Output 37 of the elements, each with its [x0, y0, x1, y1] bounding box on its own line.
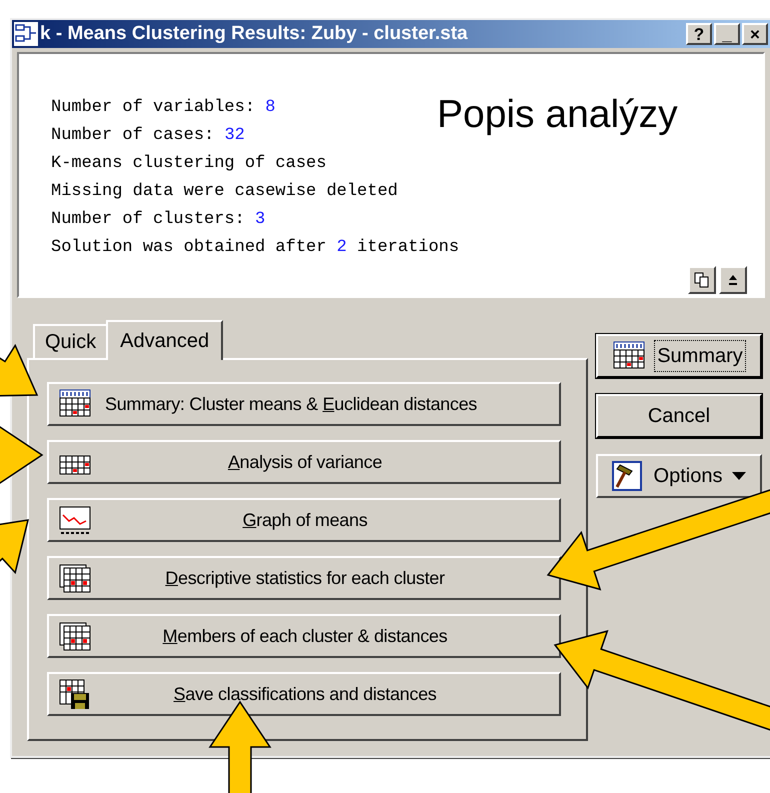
action-button[interactable]: Members of each cluster & distances: [47, 614, 561, 658]
output-line: K-means clustering of cases: [51, 153, 328, 175]
output-line: Solution was obtained after 2 iterations: [51, 237, 460, 259]
annotation-arrow: [0, 344, 38, 397]
stacked-tables-icon: [59, 563, 91, 593]
cancel-button[interactable]: Cancel: [596, 394, 762, 438]
output-line: Number of clusters: 3: [51, 209, 266, 231]
hammer-icon: [612, 461, 644, 491]
action-button[interactable]: Analysis of variance: [47, 440, 561, 484]
stacked-tables-icon: [59, 621, 91, 651]
summary-button[interactable]: Summary: [596, 334, 762, 378]
app-icon: [14, 22, 38, 46]
tab[interactable]: Advanced: [106, 320, 224, 360]
action-button[interactable]: Graph of means: [47, 498, 561, 542]
line-graph-icon: [59, 505, 91, 535]
action-button[interactable]: Save classifications and distances: [47, 672, 561, 716]
output-line: Number of cases: 32: [51, 125, 246, 147]
summary-table-icon: [59, 389, 91, 419]
caret-icon: [732, 472, 746, 480]
minimize-button[interactable]: _: [714, 23, 740, 45]
help-button[interactable]: ?: [686, 23, 712, 45]
annotation-label: Popis analýzy: [437, 92, 678, 138]
output-line: Missing data were casewise deleted: [51, 181, 399, 203]
copy-icon: [694, 272, 710, 288]
options-button[interactable]: Options: [596, 454, 762, 498]
window-title: k - Means Clustering Results: Zuby - cluster.sta: [40, 22, 468, 46]
action-button[interactable]: Descriptive statistics for each cluster: [47, 556, 561, 600]
action-button[interactable]: Summary: Cluster means & Euclidean distances: [47, 382, 561, 426]
copy-button[interactable]: [688, 266, 716, 294]
table-save-icon: [59, 679, 91, 709]
annotation-arrow: [0, 519, 29, 574]
collapse-button[interactable]: [719, 266, 747, 294]
close-button[interactable]: ×: [742, 23, 768, 45]
annotation-arrow: [0, 424, 44, 486]
up-arrow-icon: [728, 274, 738, 286]
tab[interactable]: Quick: [33, 324, 108, 358]
summary-table-icon: [613, 341, 646, 371]
